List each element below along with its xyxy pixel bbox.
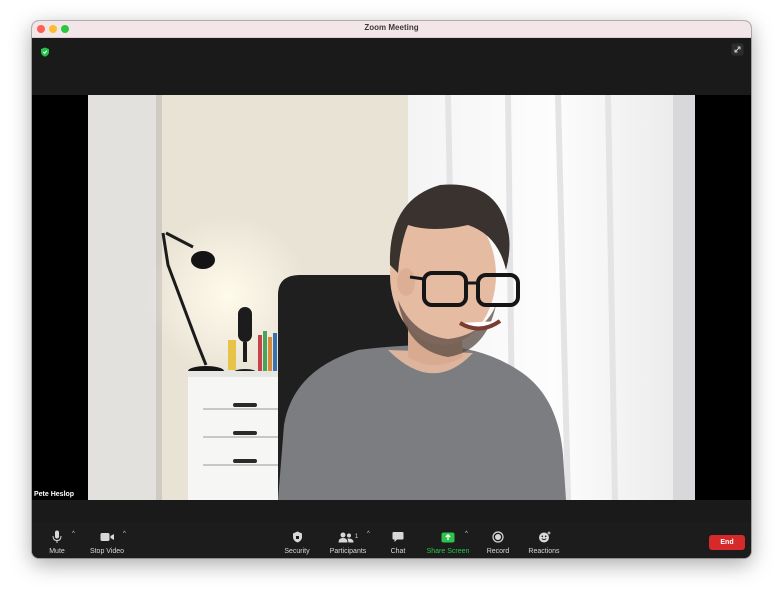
participants-options-chevron-icon[interactable]: ^ [367, 531, 370, 537]
share-options-chevron-icon[interactable]: ^ [465, 531, 468, 537]
microphone-icon [52, 528, 62, 546]
title-bar: Zoom Meeting [32, 21, 751, 38]
shield-check-icon[interactable] [40, 44, 50, 57]
video-stage: Pete Heslop [32, 95, 751, 500]
participant-video[interactable] [88, 95, 695, 500]
audio-options-chevron-icon[interactable]: ^ [72, 531, 75, 537]
security-button[interactable]: Security [281, 522, 313, 558]
reactions-button[interactable]: Reactions [526, 522, 562, 558]
participants-count: 1 [354, 534, 359, 540]
expand-icon[interactable] [731, 43, 744, 56]
smiley-icon [538, 528, 551, 546]
share-screen-label: Share Screen [426, 548, 470, 555]
shield-icon [292, 528, 303, 546]
reactions-label: Reactions [528, 548, 560, 555]
chat-bubble-icon [392, 528, 404, 546]
end-meeting-button[interactable]: End [709, 535, 745, 550]
stop-video-button[interactable]: Stop Video [88, 522, 126, 558]
share-screen-button[interactable]: Share Screen [426, 522, 470, 558]
chat-label: Chat [390, 548, 406, 555]
participants-label: Participants [329, 548, 367, 555]
participant-name-label: Pete Heslop [34, 491, 75, 498]
window-title: Zoom Meeting [364, 23, 419, 32]
video-camera-icon [100, 528, 115, 546]
record-icon [492, 528, 504, 546]
mute-button[interactable]: Mute [43, 522, 71, 558]
record-label: Record [486, 548, 510, 555]
meeting-toolbar: Mute ^ Stop Video ^ Security 1 Participa… [32, 522, 751, 558]
meeting-top-bar [32, 38, 751, 95]
security-label: Security [284, 548, 310, 555]
video-options-chevron-icon[interactable]: ^ [123, 531, 126, 537]
stop-video-label: Stop Video [89, 548, 125, 555]
people-icon: 1 [338, 528, 358, 546]
share-arrow-icon [441, 528, 455, 546]
participants-button[interactable]: 1 Participants [328, 522, 368, 558]
record-button[interactable]: Record [485, 522, 511, 558]
video-bottom-gap [32, 500, 751, 522]
chat-button[interactable]: Chat [387, 522, 409, 558]
zoom-window: Zoom Meeting Pete Heslop Mute ^ Stop Vid… [32, 21, 751, 558]
mute-label: Mute [49, 548, 65, 555]
